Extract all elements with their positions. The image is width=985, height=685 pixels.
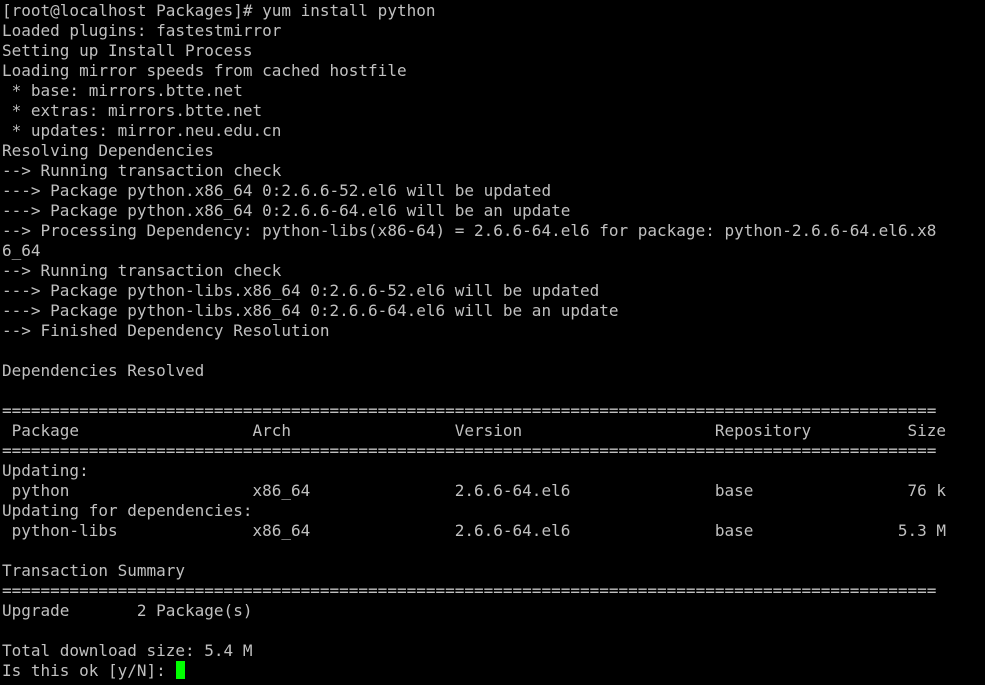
terminal-line: ---> Package python.x86_64 0:2.6.6-64.el… xyxy=(2,201,571,220)
terminal-line: * updates: mirror.neu.edu.cn xyxy=(2,121,282,140)
terminal-line: [root@localhost Packages]# yum install p… xyxy=(2,1,436,20)
terminal-line: Transaction Summary xyxy=(2,561,186,580)
terminal-line: python-libs x86_64 2.6.6-64.el6 base 5.3… xyxy=(2,521,947,540)
terminal-line: --> Processing Dependency: python-libs(x… xyxy=(2,221,937,240)
terminal-line: Loading mirror speeds from cached hostfi… xyxy=(2,61,407,80)
terminal-window[interactable]: [root@localhost Packages]# yum install p… xyxy=(0,0,985,685)
terminal-line: Resolving Dependencies xyxy=(2,141,214,160)
terminal-line: --> Finished Dependency Resolution xyxy=(2,321,330,340)
separator-line: ========================================… xyxy=(2,581,937,600)
separator-line: ========================================… xyxy=(2,401,937,420)
terminal-line: ---> Package python-libs.x86_64 0:2.6.6-… xyxy=(2,281,600,300)
terminal-line: Updating: xyxy=(2,461,89,480)
terminal-line: Total download size: 5.4 M xyxy=(2,641,253,660)
terminal-line: Loaded plugins: fastestmirror xyxy=(2,21,282,40)
terminal-output: [root@localhost Packages]# yum install p… xyxy=(2,1,972,681)
terminal-line: --> Running transaction check xyxy=(2,161,282,180)
terminal-line: Dependencies Resolved xyxy=(2,361,205,380)
terminal-line: Upgrade 2 Package(s) xyxy=(2,601,253,620)
terminal-line: * base: mirrors.btte.net xyxy=(2,81,243,100)
terminal-line: --> Running transaction check xyxy=(2,261,282,280)
terminal-line: * extras: mirrors.btte.net xyxy=(2,101,263,120)
terminal-line: 6_64 xyxy=(2,241,41,260)
separator-line: ========================================… xyxy=(2,441,937,460)
terminal-line: Package Arch Version Repository Size xyxy=(2,421,947,440)
terminal-line: Updating for dependencies: xyxy=(2,501,253,520)
terminal-line: ---> Package python-libs.x86_64 0:2.6.6-… xyxy=(2,301,619,320)
terminal-line: Setting up Install Process xyxy=(2,41,253,60)
terminal-line: Is this ok [y/N]: xyxy=(2,661,972,681)
cursor-block xyxy=(176,661,186,679)
terminal-line: ---> Package python.x86_64 0:2.6.6-52.el… xyxy=(2,181,552,200)
terminal-line: python x86_64 2.6.6-64.el6 base 76 k xyxy=(2,481,947,500)
